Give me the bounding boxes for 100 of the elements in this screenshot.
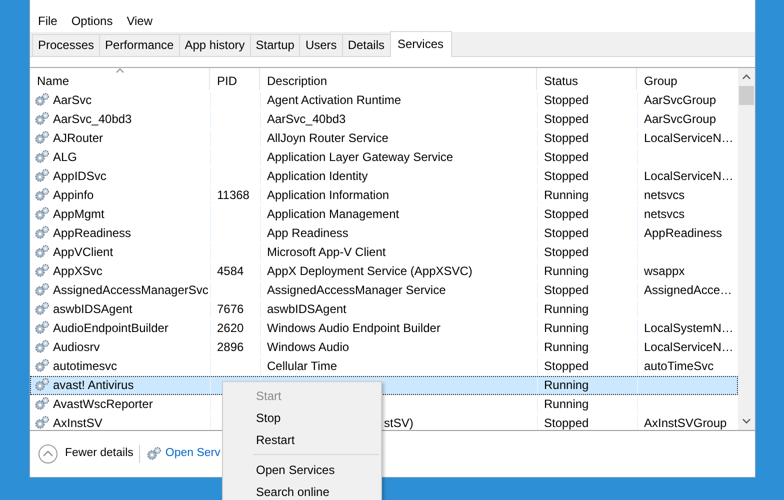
table-cell: AssignedAccessManager Service — [267, 282, 446, 298]
table-cell: AxInstSV — [53, 416, 102, 430]
gear-icon — [34, 206, 50, 222]
gear-icon — [34, 92, 50, 108]
table-cell: AppReadiness — [53, 226, 132, 241]
gear-icon — [34, 244, 50, 260]
gear-icon — [34, 168, 50, 184]
table-cell: LocalServiceN… — [644, 130, 734, 146]
table-cell: Audiosrv — [53, 340, 100, 355]
gear-icon — [34, 149, 50, 166]
table-cell: AssignedAcce… — [644, 282, 732, 298]
table-cell: AarSvc_40bd3 — [53, 112, 132, 127]
table-cell: netsvcs — [644, 206, 685, 222]
gear-icon — [34, 358, 50, 374]
scroll-down-icon[interactable] — [742, 418, 751, 424]
table-cell: Stopped — [544, 168, 589, 184]
table-cell: 7676 — [217, 302, 244, 317]
gear-icon — [34, 111, 50, 128]
table-cell: Application Identity — [267, 168, 368, 184]
gear-icon — [34, 396, 50, 412]
menu-item[interactable]: View — [126, 13, 152, 30]
table-cell: stSV) — [384, 416, 414, 430]
table-cell: AudioEndpointBuilder — [53, 320, 168, 336]
menu-item[interactable]: Open Services — [223, 459, 381, 481]
table-cell: Stopped — [544, 150, 589, 165]
table-cell: AvastWscReporter — [53, 396, 153, 412]
table-cell: Running — [544, 378, 589, 393]
table-cell: Cellular Time — [267, 358, 338, 374]
column-header[interactable]: Description — [260, 68, 537, 90]
table-cell: 2896 — [217, 340, 244, 355]
open-services-link[interactable]: Open Serv — [165, 446, 220, 462]
table-cell: Agent Activation Runtime — [267, 92, 402, 108]
table-cell: LocalSystemN… — [644, 320, 734, 336]
sort-caret-icon — [116, 68, 124, 73]
menu-item[interactable]: Stop — [223, 407, 381, 429]
column-header[interactable]: PID — [210, 68, 260, 90]
table-cell: Application Information — [267, 188, 390, 203]
table-cell: Appinfo — [53, 188, 94, 203]
table-cell: Stopped — [544, 112, 589, 127]
table-cell: AppX Deployment Service (AppXSVC) — [267, 264, 472, 279]
tab[interactable]: Processes — [32, 34, 100, 56]
table-cell: netsvcs — [644, 188, 685, 203]
column-header[interactable]: Name — [30, 68, 210, 90]
table-cell: ALG — [53, 150, 78, 165]
gear-icon — [34, 320, 50, 336]
table-cell: Stopped — [544, 358, 589, 374]
table-cell: AarSvc_40bd3 — [267, 112, 346, 127]
tab[interactable]: Services — [390, 30, 452, 57]
table-cell: 11368 — [217, 188, 250, 203]
menu-item[interactable]: Search online — [223, 481, 381, 500]
table-cell: Running — [544, 188, 589, 203]
table-cell: 2620 — [217, 320, 244, 336]
table-cell: autotimesvc — [53, 358, 118, 374]
table-cell: AarSvcGroup — [644, 92, 716, 108]
scroll-up-icon[interactable] — [742, 74, 751, 80]
table-cell: AarSvc — [53, 92, 92, 108]
table-cell: Stopped — [544, 92, 589, 108]
table-cell: Running — [544, 396, 589, 412]
table-cell: LocalServiceN… — [644, 168, 734, 184]
table-cell: Running — [544, 302, 589, 317]
gear-icon — [34, 187, 50, 204]
table-cell: Stopped — [544, 130, 589, 146]
table-cell: AarSvcGroup — [644, 112, 716, 127]
table-cell: aswbIDSAgent — [267, 302, 346, 317]
table-cell: AxInstSVGroup — [644, 416, 727, 430]
table-cell: AssignedAccessManagerSvc — [53, 282, 208, 298]
table-cell: App Readiness — [267, 226, 348, 241]
fewer-details-link[interactable]: Fewer details — [65, 446, 134, 462]
table-cell: LocalServiceN… — [644, 340, 734, 355]
table-cell: AppReadiness — [644, 226, 722, 241]
table-cell: wsappx — [644, 264, 685, 279]
table-cell: Stopped — [544, 226, 589, 241]
gear-icon — [34, 263, 50, 280]
table-cell: Windows Audio Endpoint Builder — [267, 320, 440, 336]
menu-item[interactable]: File — [38, 13, 58, 30]
gear-icon — [34, 225, 50, 242]
column-header[interactable]: Status — [537, 68, 637, 90]
gear-icon — [34, 415, 50, 430]
table-cell: Stopped — [544, 282, 589, 298]
table-cell: Stopped — [544, 206, 589, 222]
table-cell: Running — [544, 264, 589, 279]
menu-item[interactable]: Options — [71, 13, 113, 30]
gear-icon — [34, 130, 50, 146]
table-cell: avast! Antivirus — [53, 378, 134, 393]
table-cell: AppXSvc — [53, 264, 102, 279]
table-cell: Stopped — [544, 416, 589, 430]
gear-icon — [146, 446, 162, 462]
scroll-thumb[interactable] — [739, 86, 754, 105]
column-header[interactable]: Group — [637, 68, 738, 90]
table-cell: AJRouter — [53, 130, 104, 146]
scrollbar[interactable] — [738, 68, 755, 430]
table-cell: Windows Audio — [267, 340, 350, 355]
table-cell: Microsoft App-V Client — [267, 244, 386, 260]
collapse-icon[interactable] — [38, 444, 58, 464]
table-cell: AllJoyn Router Service — [267, 130, 388, 146]
gear-icon — [34, 339, 50, 356]
gear-icon — [34, 282, 50, 298]
table-cell: Stopped — [544, 244, 589, 260]
table-cell: AppMgmt — [53, 206, 104, 222]
menu-item[interactable]: Restart — [223, 429, 381, 451]
